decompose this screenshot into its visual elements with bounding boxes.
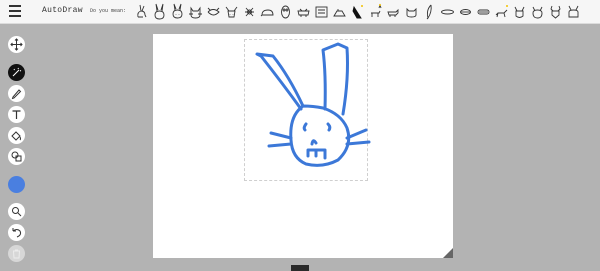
menu-icon[interactable] [9, 5, 23, 17]
suggestion-dog-running[interactable] [512, 2, 527, 21]
move-icon [10, 38, 23, 51]
suggestion-witch-hat[interactable] [368, 2, 383, 21]
suggestion-mouse[interactable] [260, 2, 275, 21]
color-picker[interactable] [8, 176, 25, 193]
fill-tool[interactable] [8, 127, 25, 144]
left-toolbar [0, 24, 34, 271]
suggestion-dog[interactable] [404, 2, 419, 21]
fill-icon [11, 131, 21, 141]
suggestion-bus[interactable] [314, 2, 329, 21]
suggestion-bull-face[interactable] [224, 2, 239, 21]
suggestion-horned-face[interactable] [206, 2, 221, 21]
suggestion-rabbit-hopping[interactable] [134, 2, 149, 21]
zoom-tool[interactable] [8, 203, 25, 220]
suggestion-blimp[interactable] [458, 2, 473, 21]
suggestion-cow-head[interactable] [296, 2, 311, 21]
autodraw-icon [12, 67, 22, 77]
delete-tool[interactable] [8, 245, 25, 262]
did-you-mean-label: Do you mean: [90, 8, 127, 14]
suggestion-box[interactable] [332, 2, 347, 21]
suggestion-lips[interactable] [476, 2, 491, 21]
shape-tool[interactable] [8, 148, 25, 165]
text-icon [12, 110, 21, 119]
suggestion-reindeer[interactable] [386, 2, 401, 21]
app-title: AutoDraw [42, 6, 83, 15]
suggestion-cat-face[interactable] [188, 2, 203, 21]
suggestion-bunny-face[interactable] [152, 2, 167, 21]
type-tool[interactable] [8, 106, 25, 123]
suggestion-owl[interactable] [278, 2, 293, 21]
pencil-icon [11, 89, 22, 100]
undo-tool[interactable] [8, 224, 25, 241]
suggestion-cat-head[interactable] [530, 2, 545, 21]
top-bar: AutoDraw Do you mean: [0, 0, 600, 24]
suggestion-deer[interactable] [548, 2, 563, 21]
drawing-canvas[interactable] [153, 34, 453, 258]
bottom-panel-handle[interactable] [291, 265, 309, 271]
suggestion-spider[interactable] [242, 2, 257, 21]
move-tool[interactable] [8, 36, 25, 53]
suggestion-fox[interactable] [566, 2, 581, 21]
shape-icon [11, 151, 22, 162]
autodraw-tool[interactable] [8, 64, 25, 81]
bunny-drawing [255, 42, 371, 167]
suggestion-cat-sitting[interactable] [422, 2, 437, 21]
canvas-resize-handle[interactable] [443, 248, 453, 258]
suggestion-feather[interactable] [440, 2, 455, 21]
undo-icon [12, 228, 22, 238]
suggestion-bunny-head[interactable] [170, 2, 185, 21]
trash-icon [12, 249, 21, 259]
suggestion-hot-dog[interactable] [494, 2, 509, 21]
suggestion-fish[interactable] [350, 2, 365, 21]
zoom-icon [12, 207, 22, 217]
draw-tool[interactable] [8, 85, 25, 102]
